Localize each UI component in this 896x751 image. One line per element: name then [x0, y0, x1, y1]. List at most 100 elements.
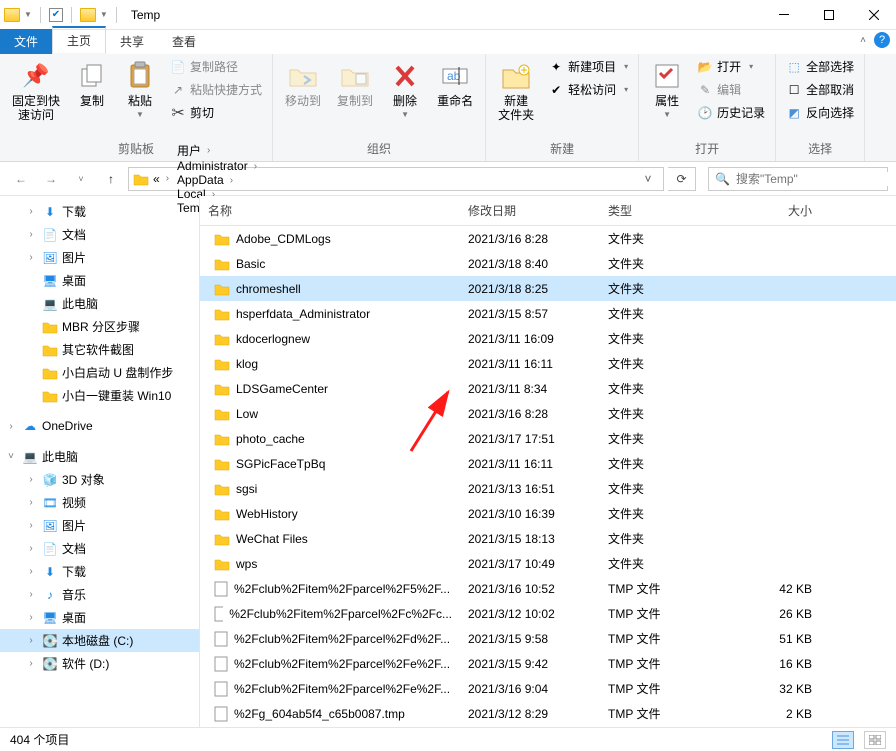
collapse-ribbon-icon[interactable]: ˄: [860, 35, 866, 46]
col-date[interactable]: 修改日期: [460, 196, 600, 225]
list-row[interactable]: %2Fclub%2Fitem%2Fparcel%2Fd%2F...2021/3/…: [200, 626, 896, 651]
paste-button[interactable]: 粘贴 ▼: [118, 56, 162, 123]
copy-path-button[interactable]: 📄复制路径: [166, 56, 266, 77]
list-row[interactable]: kdocerlognew2021/3/11 16:09文件夹: [200, 326, 896, 351]
tree-item[interactable]: ›📄文档: [0, 537, 199, 560]
tree-item[interactable]: 💻此电脑: [0, 292, 199, 315]
list-row[interactable]: Adobe_CDMLogs2021/3/16 8:28文件夹: [200, 226, 896, 251]
tree-item[interactable]: 小白一键重装 Win10: [0, 384, 199, 407]
tree-item[interactable]: ›♪音乐: [0, 583, 199, 606]
rename-button[interactable]: ab 重命名: [431, 56, 479, 112]
tree-item[interactable]: ›🖼图片: [0, 246, 199, 269]
refresh-button[interactable]: ⟳: [668, 167, 696, 191]
list-row[interactable]: LDSGameCenter2021/3/11 8:34文件夹: [200, 376, 896, 401]
tab-home[interactable]: 主页: [52, 26, 106, 54]
back-button[interactable]: ←: [8, 166, 34, 192]
tree-item[interactable]: 🖥桌面: [0, 269, 199, 292]
tree-item[interactable]: ›🧊3D 对象: [0, 468, 199, 491]
details-view-button[interactable]: [832, 731, 854, 749]
file-list[interactable]: 名称 修改日期 类型 大小 Adobe_CDMLogs2021/3/16 8:2…: [200, 196, 896, 727]
easy-access-button[interactable]: ✔轻松访问▾: [544, 79, 632, 100]
delete-button[interactable]: 删除 ▼: [383, 56, 427, 123]
expander-icon[interactable]: ˅: [4, 451, 18, 462]
list-row[interactable]: %2Fclub%2Fitem%2Fparcel%2Fe%2F...2021/3/…: [200, 651, 896, 676]
search-input[interactable]: [736, 172, 891, 186]
close-button[interactable]: [851, 0, 896, 30]
help-icon[interactable]: ?: [874, 32, 890, 48]
tree-item[interactable]: ›🖼图片: [0, 514, 199, 537]
tree-item[interactable]: ›⬇下载: [0, 560, 199, 583]
list-row[interactable]: %2Fclub%2Fitem%2Fparcel%2F5%2F...2021/3/…: [200, 576, 896, 601]
list-row[interactable]: chromeshell2021/3/18 8:25文件夹: [200, 276, 896, 301]
tree-item[interactable]: 小白启动 U 盘制作步: [0, 361, 199, 384]
expander-icon[interactable]: ›: [4, 421, 18, 432]
tab-view[interactable]: 查看: [158, 29, 210, 54]
tree-item[interactable]: 其它软件截图: [0, 338, 199, 361]
paste-shortcut-button[interactable]: ↗粘贴快捷方式: [166, 79, 266, 100]
up-button[interactable]: ↑: [98, 166, 124, 192]
invert-selection-button[interactable]: ◩反向选择: [782, 102, 858, 123]
expander-icon[interactable]: ›: [24, 635, 38, 646]
breadcrumb-segment[interactable]: Administrator›: [177, 159, 261, 173]
expander-icon[interactable]: ›: [24, 543, 38, 554]
tree-item[interactable]: ›📄文档: [0, 223, 199, 246]
col-name[interactable]: 名称: [200, 196, 460, 225]
list-row[interactable]: WebHistory2021/3/10 16:39文件夹: [200, 501, 896, 526]
tree-item[interactable]: ›🎞视频: [0, 491, 199, 514]
list-row[interactable]: klog2021/3/11 16:11文件夹: [200, 351, 896, 376]
nav-tree[interactable]: ›⬇下载›📄文档›🖼图片🖥桌面💻此电脑MBR 分区步骤其它软件截图小白启动 U …: [0, 196, 200, 727]
expander-icon[interactable]: ›: [24, 566, 38, 577]
qat-dropdown-icon[interactable]: ▼: [24, 10, 32, 19]
list-row[interactable]: %2Fg_604ab5f4_c65b0087.tmp2021/3/12 8:29…: [200, 701, 896, 726]
list-row[interactable]: SGPicFaceTpBq2021/3/11 16:11文件夹: [200, 451, 896, 476]
select-all-button[interactable]: ⬚全部选择: [782, 56, 858, 77]
expander-icon[interactable]: ›: [24, 520, 38, 531]
list-row[interactable]: photo_cache2021/3/17 17:51文件夹: [200, 426, 896, 451]
list-header[interactable]: 名称 修改日期 类型 大小: [200, 196, 896, 226]
recent-dropdown[interactable]: ˅: [68, 166, 94, 192]
expander-icon[interactable]: ›: [24, 252, 38, 263]
new-item-button[interactable]: ✦新建项目▾: [544, 56, 632, 77]
tree-item[interactable]: MBR 分区步骤: [0, 315, 199, 338]
history-button[interactable]: 🕑历史记录: [693, 102, 769, 123]
list-row[interactable]: %2Fclub%2Fitem%2Fparcel%2Fe%2F...2021/3/…: [200, 676, 896, 701]
new-folder-button[interactable]: 新建 文件夹: [492, 56, 540, 127]
breadcrumb-segment[interactable]: AppData›: [177, 173, 261, 187]
list-row[interactable]: hsperfdata_Administrator2021/3/15 8:57文件…: [200, 301, 896, 326]
select-none-button[interactable]: ☐全部取消: [782, 79, 858, 100]
tree-item[interactable]: ›☁OneDrive: [0, 415, 199, 437]
cut-button[interactable]: ✂剪切: [166, 102, 266, 123]
qat-properties-checkbox[interactable]: ✔: [49, 8, 63, 22]
tab-file[interactable]: 文件: [0, 29, 52, 54]
icons-view-button[interactable]: [864, 731, 886, 749]
expander-icon[interactable]: ›: [24, 229, 38, 240]
list-row[interactable]: WeChat Files2021/3/15 18:13文件夹: [200, 526, 896, 551]
col-type[interactable]: 类型: [600, 196, 730, 225]
address-dropdown-icon[interactable]: ˅: [637, 172, 659, 186]
expander-icon[interactable]: ›: [24, 612, 38, 623]
tree-item[interactable]: ›💽软件 (D:): [0, 652, 199, 675]
expander-icon[interactable]: ›: [24, 206, 38, 217]
qat-dropdown-icon[interactable]: ▼: [100, 10, 108, 19]
minimize-button[interactable]: [761, 0, 806, 30]
forward-button[interactable]: →: [38, 166, 64, 192]
open-button[interactable]: 📂打开▾: [693, 56, 769, 77]
address-bar[interactable]: «› 用户›Administrator›AppData›Local›Temp› …: [128, 167, 664, 191]
expander-icon[interactable]: ›: [24, 497, 38, 508]
list-row[interactable]: sgsi2021/3/13 16:51文件夹: [200, 476, 896, 501]
list-row[interactable]: wps2021/3/17 10:49文件夹: [200, 551, 896, 576]
list-row[interactable]: %2Fg_604c07ae_665e0090.tmp2021/3/13 8:30…: [200, 726, 896, 727]
search-box[interactable]: 🔍: [708, 167, 888, 191]
tree-item[interactable]: ˅💻此电脑: [0, 445, 199, 468]
expander-icon[interactable]: ›: [24, 474, 38, 485]
tree-item[interactable]: ›⬇下载: [0, 200, 199, 223]
expander-icon[interactable]: ›: [24, 658, 38, 669]
list-row[interactable]: Low2021/3/16 8:28文件夹: [200, 401, 896, 426]
tree-item[interactable]: ›🖥桌面: [0, 606, 199, 629]
copy-to-button[interactable]: 复制到: [331, 56, 379, 112]
copy-button[interactable]: 复制: [70, 56, 114, 112]
expander-icon[interactable]: ›: [24, 589, 38, 600]
properties-button[interactable]: 属性 ▼: [645, 56, 689, 123]
maximize-button[interactable]: [806, 0, 851, 30]
col-size[interactable]: 大小: [730, 196, 820, 225]
